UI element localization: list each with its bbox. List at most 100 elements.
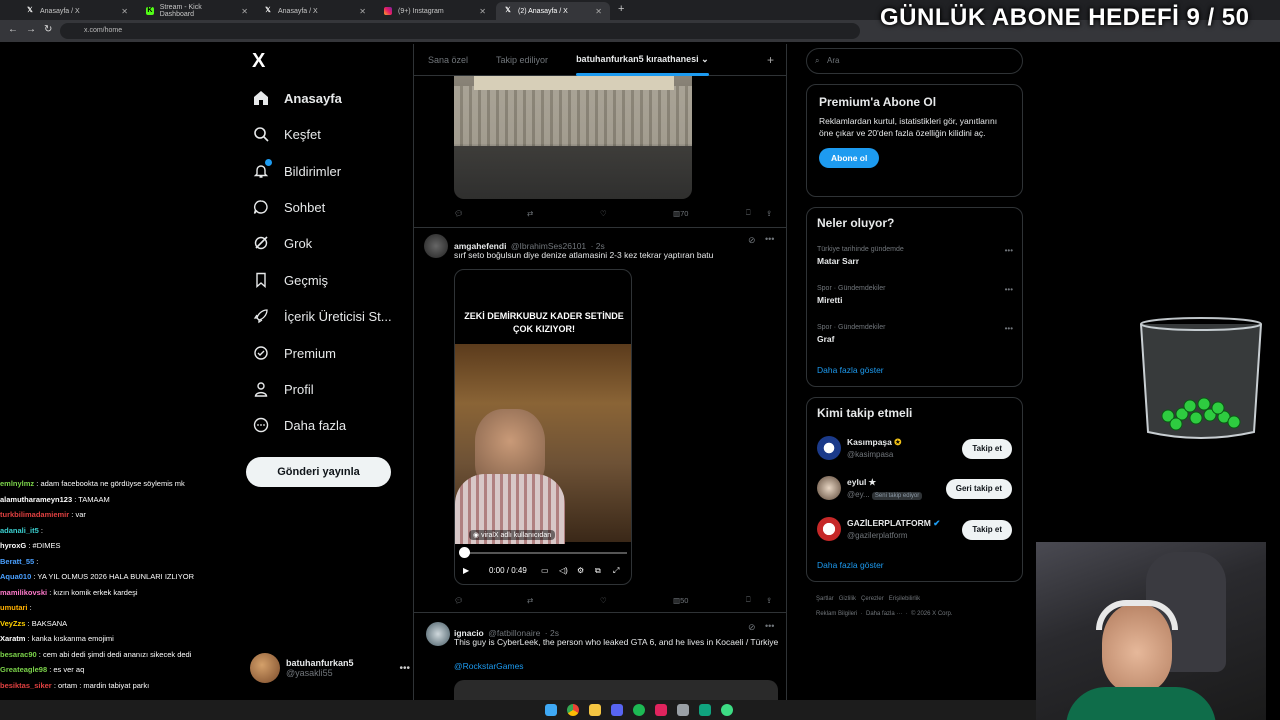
url-input[interactable]: x.com/home — [60, 23, 860, 39]
views-icon[interactable]: ▥ 50 — [673, 596, 688, 605]
avatar[interactable] — [424, 234, 448, 258]
reply-icon[interactable]: 💬︎ — [454, 596, 464, 605]
settings-icon[interactable]: ⚙ — [577, 566, 584, 575]
tab-following[interactable]: Takip ediliyor — [482, 55, 562, 65]
account-switcher[interactable]: batuhanfurkan5 @yasakli55 ••• — [250, 652, 410, 684]
repost-icon[interactable]: ⇄ — [527, 209, 533, 218]
trend-item[interactable]: Spor · Gündemdekiler Miretti ••• — [817, 285, 1013, 305]
footer-link[interactable]: Daha fazla ··· — [866, 611, 902, 617]
show-more-link[interactable]: Daha fazla göster — [817, 365, 884, 375]
nav-item-more[interactable]: Daha fazla — [252, 416, 346, 434]
volume-icon[interactable]: ◁) — [559, 566, 568, 575]
chat-username[interactable]: emlnylmz — [0, 479, 34, 488]
browser-tab[interactable]: (9+) Instagram ✕ — [376, 2, 494, 20]
windows-start-icon[interactable] — [545, 704, 557, 716]
nav-item-premium[interactable]: Premium — [252, 344, 336, 362]
nav-item-explore[interactable]: Keşfet — [252, 125, 321, 143]
trend-item[interactable]: Türkiye tarihinde gündemde Matar Sarr ••… — [817, 246, 1013, 266]
chat-username[interactable]: Xaratm — [0, 634, 25, 643]
nav-item-notifications[interactable]: Bildirimler — [252, 159, 341, 180]
nav-item-creator-studio[interactable]: İçerik Üreticisi St... — [252, 307, 392, 325]
tab-community[interactable]: batuhanfurkan5 kıraathanesi ⌄ — [562, 54, 723, 76]
nav-item-home[interactable]: Anasayfa — [252, 89, 342, 107]
play-icon[interactable]: ▶ — [463, 566, 469, 575]
views-icon[interactable]: ▥ 70 — [673, 209, 688, 218]
bookmark-icon[interactable]: ⎕ — [746, 208, 751, 218]
back-icon[interactable]: ← — [8, 24, 18, 35]
chat-username[interactable]: Greateagle98 — [0, 665, 47, 674]
follow-button[interactable]: Takip et — [962, 439, 1012, 459]
more-icon[interactable]: ••• — [765, 234, 774, 244]
nav-item-profile[interactable]: Profil — [252, 380, 314, 398]
chat-username[interactable]: Aqua010 — [0, 572, 31, 581]
more-icon[interactable]: ••• — [399, 663, 410, 674]
search-input[interactable]: ⌕ Ara — [806, 48, 1023, 74]
more-icon[interactable]: ••• — [1005, 246, 1013, 255]
grok-icon[interactable]: ⊘ — [748, 235, 756, 246]
show-more-link[interactable]: Daha fazla göster — [817, 560, 884, 570]
footer-link[interactable]: Reklam Bilgileri — [816, 611, 857, 617]
chat-username[interactable]: VeyZzs — [0, 619, 25, 628]
new-tab-icon[interactable]: + — [618, 3, 624, 15]
notepad-icon[interactable] — [677, 704, 689, 716]
footer-link[interactable]: Şartlar — [816, 596, 834, 602]
bookmark-icon[interactable]: ⎕ — [746, 595, 751, 605]
chat-username[interactable]: turkbilimadamiemir — [0, 510, 69, 519]
tweet-media[interactable] — [454, 76, 692, 199]
footer-link[interactable]: Çerezler — [861, 596, 884, 602]
pip-icon[interactable]: ⧉ — [595, 566, 601, 576]
avatar[interactable] — [426, 622, 450, 646]
chat-username[interactable]: Beratt_55 — [0, 557, 34, 566]
x-logo-icon[interactable]: X — [252, 50, 265, 73]
follow-button[interactable]: Takip et — [962, 520, 1012, 540]
discord-icon[interactable] — [611, 704, 623, 716]
more-icon[interactable]: ••• — [765, 621, 774, 631]
chat-username[interactable]: mamilikovski — [0, 588, 47, 597]
close-icon[interactable]: ✕ — [595, 7, 602, 16]
browser-tab[interactable]: 𝕏 Anasayfa / X ✕ — [18, 2, 136, 20]
video-player[interactable]: ZEKİ DEMİRKUBUZ KADER SETİNDE ÇOK KIZIYO… — [454, 269, 632, 585]
more-icon[interactable]: ••• — [1005, 324, 1013, 333]
more-icon[interactable]: ••• — [1005, 285, 1013, 294]
like-icon[interactable]: ♡ — [600, 209, 607, 218]
reload-icon[interactable]: ↻ — [44, 24, 52, 35]
browser-tab-active[interactable]: 𝕏 (2) Anasayfa / X ✕ — [496, 2, 610, 20]
chat-username[interactable]: alamutharameyn123 — [0, 495, 72, 504]
reply-icon[interactable]: 💬︎ — [454, 209, 464, 218]
subscribe-button[interactable]: Abone ol — [819, 148, 880, 168]
close-icon[interactable]: ✕ — [241, 7, 248, 16]
like-icon[interactable]: ♡ — [600, 596, 607, 605]
tab-for-you[interactable]: Sana özel — [414, 55, 482, 65]
post-button[interactable]: Gönderi yayınla — [246, 457, 391, 487]
follow-back-button[interactable]: Geri takip et — [945, 479, 1012, 499]
close-icon[interactable]: ✕ — [359, 7, 366, 16]
x-app-icon[interactable] — [655, 704, 667, 716]
nav-item-grok[interactable]: Grok — [252, 234, 312, 252]
close-icon[interactable]: ✕ — [121, 7, 128, 16]
nav-item-bookmarks[interactable]: Geçmiş — [252, 271, 328, 289]
chat-username[interactable]: besarac90 — [0, 650, 37, 659]
folder-icon[interactable] — [589, 704, 601, 716]
share-icon[interactable]: ⇪ — [766, 209, 772, 218]
video-progress-bar[interactable] — [465, 552, 627, 554]
chat-username[interactable]: umutari — [0, 603, 28, 612]
chat-username[interactable]: adanali_it5 — [0, 526, 39, 535]
chat-username[interactable]: hyroxG — [0, 541, 26, 550]
video-scrubber[interactable] — [459, 547, 470, 558]
footer-link[interactable]: Gizlilik — [839, 596, 856, 602]
share-icon[interactable]: ⇪ — [766, 596, 772, 605]
spotify-icon[interactable] — [633, 704, 645, 716]
chat-username[interactable]: besiktas_siker — [0, 681, 52, 690]
app-icon[interactable] — [721, 704, 733, 716]
chrome-icon[interactable] — [567, 704, 579, 716]
app-icon[interactable] — [699, 704, 711, 716]
add-tab-icon[interactable]: + — [767, 53, 786, 67]
tweet-mention[interactable]: @RockstarGames — [454, 660, 524, 672]
fullscreen-icon[interactable]: ⤢ — [613, 566, 619, 576]
captions-icon[interactable]: ▭ — [541, 566, 549, 575]
close-icon[interactable]: ✕ — [479, 7, 486, 16]
grok-icon[interactable]: ⊘ — [748, 622, 756, 633]
trend-item[interactable]: Spor · Gündemdekiler Graf ••• — [817, 324, 1013, 344]
forward-icon[interactable]: → — [26, 24, 36, 35]
browser-tab[interactable]: K Stream - Kick Dashboard ✕ — [138, 2, 256, 20]
